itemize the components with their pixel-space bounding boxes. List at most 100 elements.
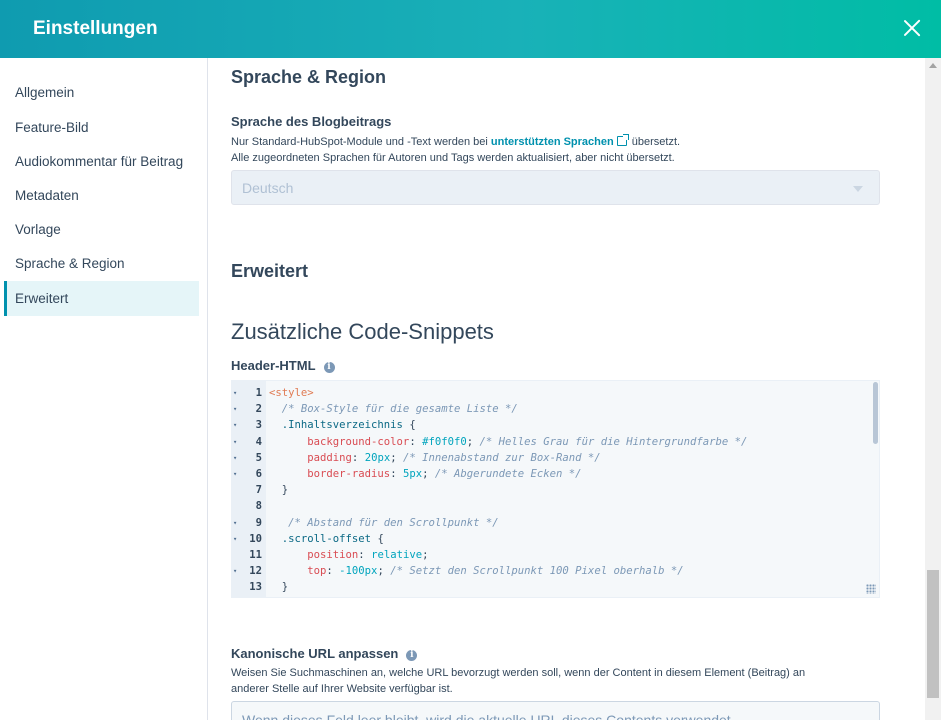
canonical-label-row: Kanonische URL anpassen i	[231, 646, 418, 661]
sidebar-item-vorlage[interactable]: Vorlage	[4, 212, 199, 247]
sidebar-item-sprache-region[interactable]: Sprache & Region	[4, 246, 199, 281]
code-token: }	[269, 581, 289, 594]
code-token: relative	[371, 549, 423, 561]
language-select-value: Deutsch	[242, 180, 294, 196]
code-text: <style>	[269, 385, 314, 401]
code-text: /* Abstand für den Scrollpunkt */	[269, 515, 499, 531]
code-line[interactable]: ▾ 4 background-color: #f0f0f0; /* Helles …	[232, 434, 879, 450]
code-token: position	[269, 549, 359, 561]
code-token: ;	[422, 549, 429, 561]
canonical-url-label: Kanonische URL anpassen	[231, 646, 399, 661]
code-token: {	[402, 419, 416, 432]
line-number: 6	[255, 468, 262, 480]
info-icon[interactable]: i	[406, 650, 418, 661]
fold-arrow-icon[interactable]: ▾	[233, 434, 241, 450]
code-token: -100px	[339, 565, 378, 578]
fold-arrow-icon[interactable]: ▾	[233, 515, 241, 531]
code-token: {	[371, 532, 384, 545]
line-number: 9	[255, 516, 262, 529]
header-html-label-row: Header-HTML i	[231, 358, 335, 373]
code-text: padding: 20px; /* Innenabstand zur Box-R…	[269, 450, 601, 466]
section-title-language: Sprache & Region	[231, 67, 387, 87]
code-token: /* Box-Style für die gesamte Liste */	[269, 403, 518, 416]
fold-arrow-icon[interactable]: ▾	[233, 563, 241, 579]
code-token: border-radius	[269, 468, 391, 480]
fold-arrow-icon[interactable]: ▾	[233, 401, 241, 417]
code-token: ;	[422, 468, 435, 480]
line-number: 12	[249, 565, 262, 578]
language-help-prefix: Nur Standard-HubSpot-Module und -Text we…	[231, 136, 491, 148]
sidebar-item-metadaten[interactable]: Metadaten	[4, 178, 199, 213]
external-link-icon[interactable]	[616, 134, 629, 146]
line-number: 5	[255, 451, 262, 464]
code-snippets-title: Zusätzliche Code-Snippets	[231, 319, 494, 344]
code-token: #f0f0f0	[422, 435, 467, 448]
page-scrollbar[interactable]	[925, 58, 941, 720]
language-label: Sprache des Blogbeitrags	[231, 114, 392, 129]
line-number: 1	[255, 387, 262, 399]
code-text: .scroll-offset {	[269, 531, 384, 547]
supported-languages-link[interactable]: unterstützten Sprachen	[491, 136, 614, 148]
code-line[interactable]: ▾ 6 border-radius: 5px; /* Abgerundete Ec…	[232, 466, 879, 482]
sidebar-item-audiokommentar[interactable]: Audiokommentar für Beitrag	[4, 144, 199, 179]
code-line[interactable]: ▾ 2 /* Box-Style für die gesamte Liste */	[232, 401, 879, 417]
code-line[interactable]: ▾ 1 <style>	[232, 385, 879, 401]
close-icon[interactable]	[901, 17, 923, 39]
sidebar-item-erweitert[interactable]: Erweitert	[4, 281, 199, 316]
code-line[interactable]: 13 }	[232, 579, 879, 595]
sidebar-item-feature-bild[interactable]: Feature-Bild	[4, 110, 199, 145]
fold-arrow-icon[interactable]: ▾	[233, 450, 241, 466]
code-token: padding	[269, 451, 352, 464]
code-line[interactable]: 7 }	[232, 482, 879, 498]
code-token: background-color	[269, 435, 410, 448]
code-line[interactable]: ▾ 12 top: -100px; /* Setzt den Scrollpunk…	[232, 563, 879, 579]
code-text: border-radius: 5px; /* Abgerundete Ecken…	[269, 466, 581, 482]
code-token: ;	[377, 565, 391, 578]
info-icon[interactable]: i	[323, 362, 335, 373]
code-token: <style>	[269, 387, 314, 399]
code-token: :	[358, 549, 372, 561]
code-token: .Inhaltsverzeichnis	[269, 419, 403, 432]
code-token: /* Helles Grau für die Hintergrundfarbe …	[479, 435, 748, 448]
code-text: top: -100px; /* Setzt den Scrollpunkt 10…	[269, 563, 683, 579]
line-number: 13	[249, 581, 262, 594]
fold-arrow-icon[interactable]: ▾	[233, 385, 241, 401]
line-number: 2	[255, 403, 262, 416]
language-help-line2: Alle zugeordneten Sprachen für Autoren u…	[231, 152, 675, 164]
canonical-help-line1: Weisen Sie Suchmaschinen an, welche URL …	[231, 667, 806, 679]
code-line[interactable]: ▾ 5 padding: 20px; /* Innenabstand zur Bo…	[232, 450, 879, 466]
line-number: 11	[249, 549, 262, 561]
code-line[interactable]: ▾ 9 /* Abstand für den Scrollpunkt */	[232, 515, 879, 531]
code-text: /* Box-Style für die gesamte Liste */	[269, 401, 518, 417]
code-token: :	[390, 468, 403, 480]
code-token: }	[269, 484, 289, 497]
canonical-url-input[interactable]: Wenn dieses Feld leer bleibt, wird die a…	[231, 701, 880, 720]
code-text: .Inhaltsverzeichnis {	[269, 417, 416, 433]
code-token: /* Innenabstand zur Box-Rand */	[402, 451, 601, 464]
fold-arrow-icon[interactable]: ▾	[233, 417, 241, 433]
modal-header: Einstellungen	[0, 0, 941, 58]
language-select[interactable]: Deutsch	[231, 170, 880, 205]
fold-arrow-icon[interactable]: ▾	[233, 531, 241, 547]
caret-down-icon	[853, 186, 863, 192]
code-line[interactable]: ▾ 10 .scroll-offset {	[232, 531, 879, 547]
scroll-up-arrow-icon[interactable]	[929, 63, 937, 68]
header-html-code-editor[interactable]: ▾ 1 <style> ▾ 2 /* Box-Style für die gesamte…	[231, 380, 880, 598]
code-line[interactable]: 8	[232, 498, 879, 514]
code-token: 20px	[364, 451, 391, 464]
line-number: 3	[255, 419, 262, 432]
code-line[interactable]: ▾ 3 .Inhaltsverzeichnis {	[232, 417, 879, 433]
page-scrollbar-thumb[interactable]	[927, 570, 939, 698]
code-text: background-color: #f0f0f0; /* Helles Gra…	[269, 434, 747, 450]
code-token: ;	[466, 435, 480, 448]
section-title-advanced: Erweitert	[231, 261, 309, 281]
settings-content: Sprache & Region Sprache des Blogbeitrag…	[209, 58, 925, 720]
canonical-url-placeholder: Wenn dieses Feld leer bleibt, wird die a…	[242, 712, 735, 720]
code-line[interactable]: 11 position: relative;	[232, 547, 879, 563]
language-help-suffix: übersetzt.	[628, 136, 681, 148]
sidebar-item-allgemein[interactable]: Allgemein	[4, 75, 199, 110]
line-number: 4	[255, 435, 262, 448]
fold-arrow-icon[interactable]: ▾	[233, 466, 241, 482]
code-token: /* Abstand für den Scrollpunkt */	[269, 516, 499, 529]
line-number: 7	[255, 484, 262, 497]
